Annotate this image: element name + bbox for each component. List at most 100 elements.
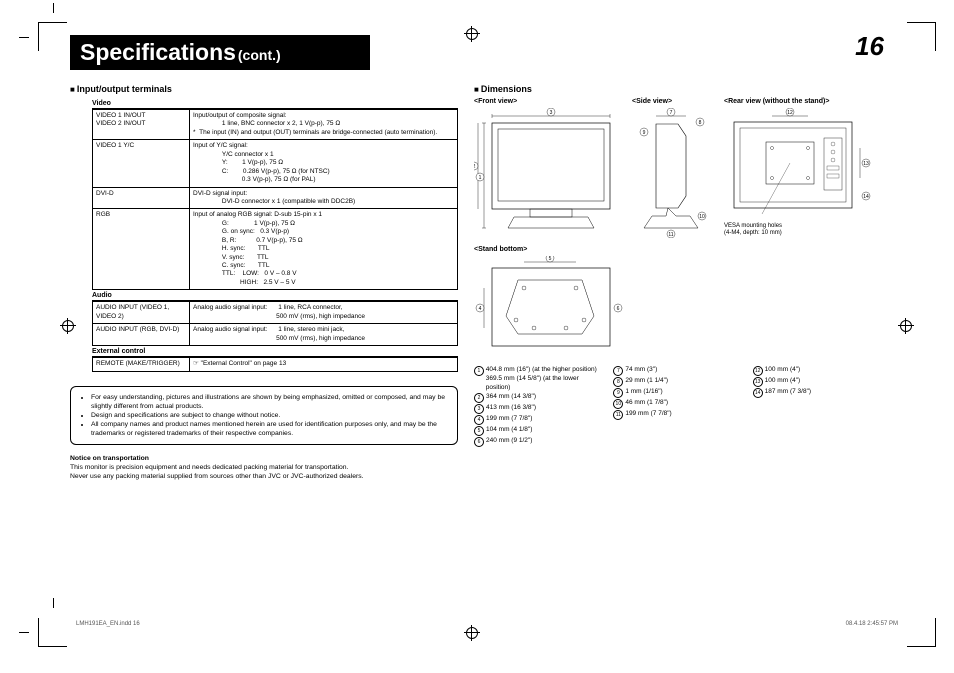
dimension-item: 1046 mm (1 7/8"): [613, 399, 740, 409]
dimension-value: 46 mm (1 7/8"): [625, 399, 668, 408]
svg-text:5: 5: [549, 256, 552, 262]
dimension-value: 199 mm (7 7/8"): [486, 415, 532, 424]
dimension-number-icon: 1: [474, 366, 484, 376]
svg-text:9: 9: [643, 130, 646, 136]
dimension-item: 11199 mm (7 7/8"): [613, 410, 740, 420]
ext-table: REMOTE (MAKE/TRIGGER) ☞ "External Contro…: [92, 357, 458, 371]
dimensions-list: 1404.8 mm (16") (at the higher position)…: [474, 366, 880, 448]
vesa-note: VESA mounting holes (4-M4, depth: 10 mm): [724, 223, 872, 237]
ext-subhead: External control: [92, 346, 458, 357]
dimension-item: 3413 mm (16 3/8"): [474, 404, 601, 414]
svg-text:3: 3: [550, 110, 553, 116]
footer-left: LMH191EA_EN.indd 16: [76, 621, 140, 627]
transport-head: Notice on transportation: [70, 455, 458, 464]
dimension-value: 29 mm (1 1/4"): [625, 377, 668, 386]
svg-text:12: 12: [787, 110, 793, 116]
dimension-value: 404.8 mm (16") (at the higher position) …: [486, 366, 602, 392]
dimension-item: 12100 mm (4"): [753, 366, 880, 376]
dimension-value: 74 mm (3"): [625, 366, 657, 375]
right-column: ■Dimensions <Front view>: [474, 80, 880, 482]
dims-heading: ■Dimensions: [474, 84, 880, 94]
io-heading: ■Input/output terminals: [70, 84, 458, 94]
svg-text:4: 4: [479, 306, 482, 312]
left-column: ■Input/output terminals Video VIDEO 1 IN…: [70, 80, 458, 482]
dimension-number-icon: 12: [753, 366, 763, 376]
note-item: Design and specifications are subject to…: [91, 411, 447, 420]
table-cell: AUDIO INPUT (VIDEO 1, VIDEO 2): [93, 302, 190, 324]
square-bullet-icon: ■: [474, 85, 479, 94]
dimension-value: 104 mm (4 1/8"): [486, 426, 532, 435]
video-table: VIDEO 1 IN/OUTVIDEO 2 IN/OUT Input/outpu…: [92, 109, 458, 290]
dimension-value: 199 mm (7 7/8"): [625, 410, 671, 419]
dimension-number-icon: 6: [474, 437, 484, 447]
dimension-number-icon: 10: [613, 399, 623, 409]
table-cell: AUDIO INPUT (RGB, DVI-D): [93, 324, 190, 346]
dimension-number-icon: 11: [613, 410, 623, 420]
square-bullet-icon: ■: [70, 85, 75, 94]
dimension-value: 1 mm (1/16"): [625, 388, 662, 397]
front-view-label: <Front view>: [474, 98, 624, 105]
transport-line: Never use any packing material supplied …: [70, 473, 458, 482]
svg-text:8: 8: [699, 120, 702, 126]
dimension-item: 2364 mm (14 3/8"): [474, 393, 601, 403]
audio-subhead: Audio: [92, 290, 458, 301]
page-content: Specifications (cont.) 16 ■Input/output …: [70, 35, 884, 482]
dimension-item: 4199 mm (7 7/8"): [474, 415, 601, 425]
side-view-diagram: 7 8 9 10 11: [632, 108, 716, 238]
footer-right: 08.4.18 2:45:57 PM: [846, 621, 898, 627]
page-number: 16: [855, 31, 884, 62]
dimension-number-icon: 4: [474, 415, 484, 425]
dimension-value: 240 mm (9 1/2"): [486, 437, 532, 446]
table-cell: DVI-D signal input: DVI-D connector x 1 …: [190, 187, 458, 209]
dimension-item: 1404.8 mm (16") (at the higher position)…: [474, 366, 601, 392]
table-cell: Input/output of composite signal: 1 line…: [190, 110, 458, 140]
table-cell: DVI-D: [93, 187, 190, 209]
table-cell: RGB: [93, 209, 190, 290]
dimension-number-icon: 14: [753, 388, 763, 398]
dimension-item: 91 mm (1/16"): [613, 388, 740, 398]
title-sub: (cont.): [238, 47, 281, 63]
table-cell: ☞ "External Control" on page 13: [190, 358, 458, 371]
rear-view-label: <Rear view (without the stand)>: [724, 98, 872, 105]
note-item: For easy understanding, pictures and ill…: [91, 393, 447, 411]
video-subhead: Video: [92, 98, 458, 109]
table-cell: VIDEO 1 IN/OUTVIDEO 2 IN/OUT: [93, 110, 190, 140]
rear-view-diagram: 12 13 14: [724, 108, 872, 218]
dimension-value: 187 mm (7 3/8"): [765, 388, 811, 397]
table-cell: Input of analog RGB signal: D-sub 15-pin…: [190, 209, 458, 290]
stand-view-label: <Stand bottom>: [474, 246, 624, 253]
svg-text:7: 7: [670, 110, 673, 116]
svg-text:14: 14: [863, 194, 869, 200]
table-cell: Analog audio signal input: 1 line, RCA c…: [190, 302, 458, 324]
notice-box: For easy understanding, pictures and ill…: [70, 386, 458, 446]
dimension-number-icon: 13: [753, 377, 763, 387]
title-main: Specifications: [80, 39, 236, 65]
dimension-item: 13100 mm (4"): [753, 377, 880, 387]
table-cell: Input of Y/C signal: Y/C connector x 1 Y…: [190, 140, 458, 187]
dimension-number-icon: 3: [474, 404, 484, 414]
audio-table: AUDIO INPUT (VIDEO 1, VIDEO 2) Analog au…: [92, 301, 458, 346]
svg-text:11: 11: [668, 232, 673, 238]
dimension-number-icon: 9: [613, 388, 623, 398]
dimension-item: 14187 mm (7 3/8"): [753, 388, 880, 398]
dimension-number-icon: 2: [474, 393, 484, 403]
dimension-value: 100 mm (4"): [765, 377, 801, 386]
table-cell: Analog audio signal input: 1 line, stere…: [190, 324, 458, 346]
page-footer: LMH191EA_EN.indd 16 08.4.18 2:45:57 PM: [76, 621, 898, 627]
svg-text:6: 6: [617, 306, 620, 312]
dimension-item: 5104 mm (4 1/8"): [474, 426, 601, 436]
transport-notice: Notice on transportation This monitor is…: [70, 455, 458, 481]
dimension-item: 774 mm (3"): [613, 366, 740, 376]
dimension-number-icon: 7: [613, 366, 623, 376]
dimension-value: 364 mm (14 3/8"): [486, 393, 536, 402]
transport-line: This monitor is precision equipment and …: [70, 464, 458, 473]
title-bar: Specifications (cont.): [70, 35, 370, 70]
dimension-value: 413 mm (16 3/8"): [486, 404, 536, 413]
dimension-value: 100 mm (4"): [765, 366, 801, 375]
note-item: All company names and product names ment…: [91, 420, 447, 438]
table-cell: VIDEO 1 Y/C: [93, 140, 190, 187]
dimension-item: 829 mm (1 1/4"): [613, 377, 740, 387]
svg-text:1: 1: [479, 175, 482, 181]
front-view-diagram: 1 2 3: [474, 108, 624, 238]
table-cell: REMOTE (MAKE/TRIGGER): [93, 358, 190, 371]
